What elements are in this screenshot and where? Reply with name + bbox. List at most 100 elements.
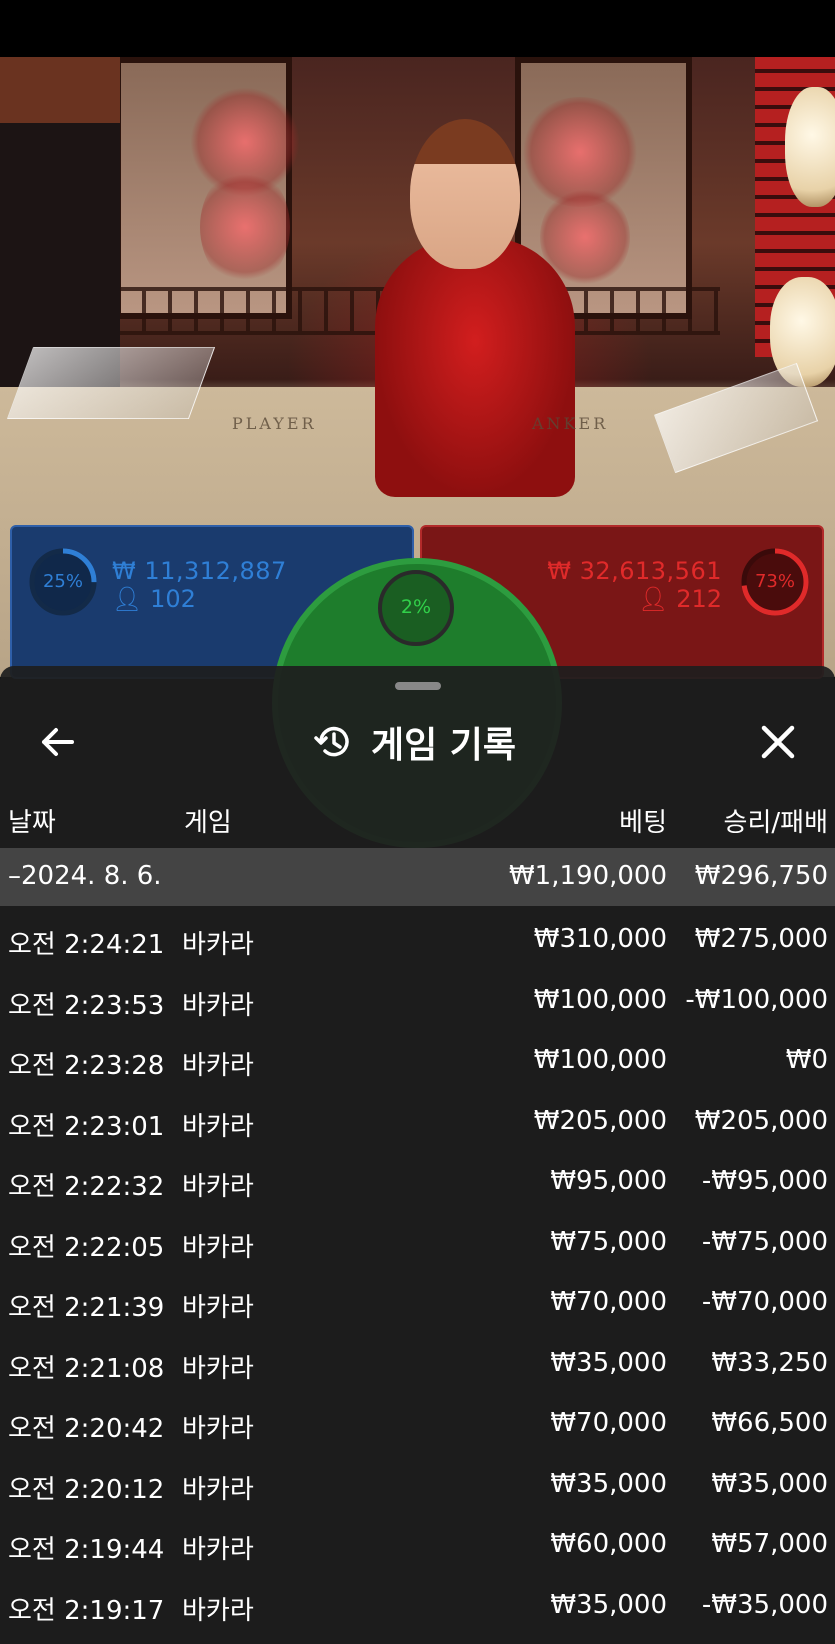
row-game: 바카라	[182, 990, 254, 1021]
history-row[interactable]: 오전 2:21:08 바카라 ₩35,000 ₩33,250	[0, 1334, 835, 1395]
date-summary-row[interactable]: –2024. 8. 6. ₩1,190,000 ₩296,750	[0, 848, 835, 906]
blossom-decor	[200, 167, 290, 287]
row-game: 바카라	[182, 1111, 254, 1142]
drag-handle[interactable]	[395, 682, 441, 690]
game-history-sheet: 게임 기록 날짜 게임 베팅 승리/패배 –2024. 8. 6. ₩1,190…	[0, 666, 835, 1644]
summary-result: ₩296,750	[694, 861, 828, 891]
row-result: -₩100,000	[685, 984, 828, 1015]
back-button[interactable]	[36, 720, 80, 764]
history-row[interactable]: 오전 2:20:42 바카라 ₩70,000 ₩66,500	[0, 1394, 835, 1455]
user-icon: 👤︎	[112, 585, 143, 613]
history-row[interactable]: 오전 2:23:53 바카라 ₩100,000 -₩100,000	[0, 971, 835, 1032]
row-result: ₩0	[785, 1045, 828, 1075]
player-percent: 25%	[42, 571, 83, 592]
row-game: 바카라	[182, 1535, 254, 1565]
row-result: ₩33,250	[711, 1347, 828, 1378]
dealer-head	[410, 119, 520, 269]
row-game: 바카라	[182, 930, 254, 960]
row-game: 바카라	[182, 1293, 254, 1323]
row-time: 오전 2:20:42	[8, 1414, 165, 1444]
banker-percent-ring: 73%	[740, 547, 810, 617]
sheet-title-group: 게임 기록	[313, 716, 516, 768]
player-count: 👤︎ 102	[112, 585, 196, 613]
row-bet: ₩35,000	[550, 1347, 667, 1378]
row-result: -₩75,000	[701, 1226, 828, 1257]
row-game: 바카라	[182, 1414, 254, 1444]
row-bet: ₩75,000	[550, 1226, 667, 1257]
row-time: 오전 2:19:17	[8, 1595, 165, 1626]
row-game: 바카라	[182, 1595, 254, 1626]
history-row[interactable]: 오전 2:22:32 바카라 ₩95,000 -₩95,000	[0, 1152, 835, 1213]
row-game: 바카라	[182, 1172, 254, 1202]
table-label-player: PLAYER	[232, 414, 317, 433]
row-result: ₩57,000	[711, 1529, 828, 1559]
history-row[interactable]: 오전 2:23:01 바카라 ₩205,000 ₩205,000	[0, 1092, 835, 1153]
column-header-result: 승리/패배	[723, 808, 828, 838]
row-bet: ₩205,000	[533, 1105, 667, 1136]
card-shoe	[6, 347, 216, 419]
row-game: 바카라	[182, 1474, 254, 1505]
row-result: -₩70,000	[701, 1287, 828, 1317]
history-icon	[314, 726, 349, 757]
player-count-value: 102	[150, 585, 196, 613]
status-bar	[0, 0, 835, 57]
row-bet: ₩35,000	[550, 1468, 667, 1499]
row-time: 오전 2:24:21	[8, 930, 165, 960]
lantern-decor	[785, 87, 835, 207]
row-bet: ₩310,000	[533, 924, 667, 954]
dealer	[375, 237, 575, 497]
row-game: 바카라	[182, 1353, 254, 1384]
row-bet: ₩100,000	[533, 1045, 667, 1075]
banker-amount: ₩ 32,613,561	[547, 557, 722, 585]
banker-count-value: 212	[676, 585, 722, 613]
row-bet: ₩70,000	[550, 1287, 667, 1317]
row-time: 오전 2:20:12	[8, 1474, 165, 1505]
row-time: 오전 2:21:39	[8, 1293, 165, 1323]
history-rows: 오전 2:24:21 바카라 ₩310,000 ₩275,000 오전 2:23:53 바…	[0, 910, 835, 1636]
history-row[interactable]: 오전 2:22:05 바카라 ₩75,000 -₩75,000	[0, 1213, 835, 1274]
history-table-header: 날짜 게임 베팅 승리/패배	[0, 794, 835, 838]
close-button[interactable]	[756, 720, 800, 764]
row-time: 오전 2:23:01	[8, 1111, 165, 1142]
player-percent-ring: 25%	[28, 547, 98, 617]
row-result: ₩35,000	[711, 1468, 828, 1499]
row-result: -₩35,000	[701, 1589, 828, 1620]
column-header-bet: 베팅	[619, 808, 667, 838]
summary-bet: ₩1,190,000	[508, 861, 667, 891]
player-amount: ₩ 11,312,887	[112, 557, 287, 585]
row-result: ₩205,000	[694, 1105, 828, 1136]
row-game: 바카라	[182, 1051, 254, 1081]
column-header-game: 게임	[184, 808, 232, 838]
row-time: 오전 2:19:44	[8, 1535, 165, 1565]
row-result: ₩275,000	[694, 924, 828, 954]
history-row[interactable]: 오전 2:21:39 바카라 ₩70,000 -₩70,000	[0, 1273, 835, 1334]
close-icon	[761, 725, 795, 759]
row-bet: ₩70,000	[550, 1408, 667, 1438]
history-row[interactable]: 오전 2:23:28 바카라 ₩100,000 ₩0	[0, 1031, 835, 1092]
tie-percent: 2%	[400, 596, 432, 618]
row-time: 오전 2:21:08	[8, 1353, 165, 1384]
summary-date: –2024. 8. 6.	[8, 861, 162, 891]
row-result: ₩66,500	[711, 1408, 828, 1438]
history-row[interactable]: 오전 2:24:21 바카라 ₩310,000 ₩275,000	[0, 910, 835, 971]
column-header-date: 날짜	[8, 808, 56, 838]
table-label-banker: ANKER	[532, 414, 609, 433]
row-time: 오전 2:23:28	[8, 1051, 165, 1081]
history-row[interactable]: 오전 2:20:12 바카라 ₩35,000 ₩35,000	[0, 1455, 835, 1516]
row-bet: ₩100,000	[533, 984, 667, 1015]
tie-percent-ring: 2%	[378, 570, 454, 646]
history-row[interactable]: 오전 2:19:44 바카라 ₩60,000 ₩57,000	[0, 1515, 835, 1576]
history-table-body: –2024. 8. 6. ₩1,190,000 ₩296,750 오전 2:24…	[0, 848, 835, 1636]
banker-percent: 73%	[754, 571, 795, 592]
row-bet: ₩35,000	[550, 1589, 667, 1620]
row-bet: ₩95,000	[550, 1166, 667, 1196]
row-time: 오전 2:23:53	[8, 990, 165, 1021]
row-game: 바카라	[182, 1232, 254, 1263]
row-time: 오전 2:22:05	[8, 1232, 165, 1263]
arrow-left-icon	[42, 728, 74, 756]
sheet-header: 게임 기록	[0, 706, 835, 784]
row-time: 오전 2:22:32	[8, 1172, 165, 1202]
row-result: -₩95,000	[701, 1166, 828, 1196]
user-icon: 👤︎	[638, 585, 669, 613]
history-row[interactable]: 오전 2:19:17 바카라 ₩35,000 -₩35,000	[0, 1576, 835, 1637]
